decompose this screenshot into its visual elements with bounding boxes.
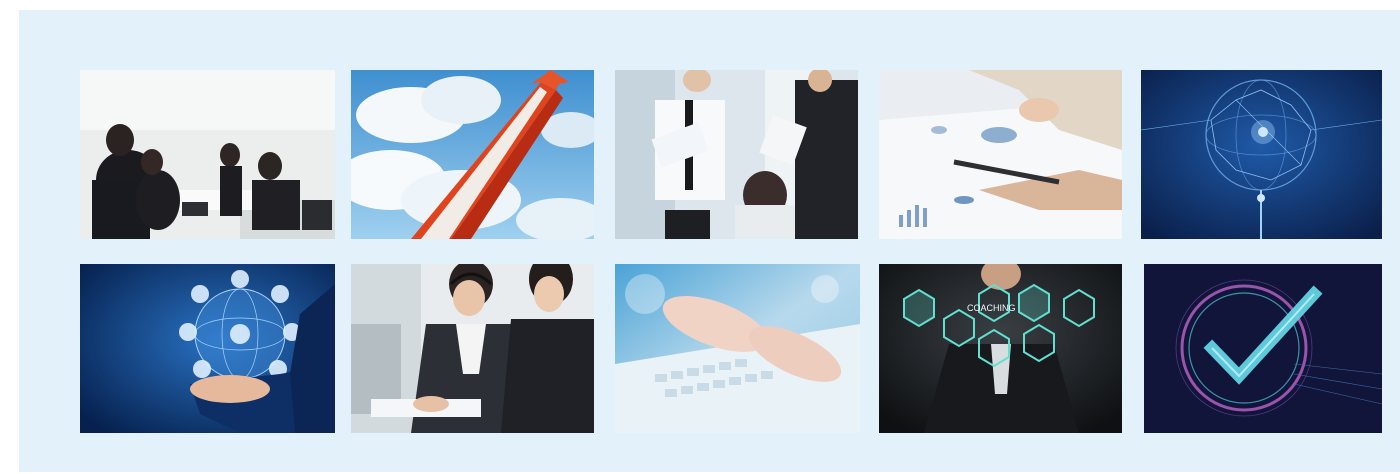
office-document-review-photo: [615, 70, 858, 239]
business-meeting-photo: [80, 70, 335, 239]
tile-checkmark-circle[interactable]: [1144, 264, 1382, 433]
tile-business-meeting[interactable]: [80, 70, 335, 239]
tile-coaching-hexagon-icons[interactable]: COACHING: [879, 264, 1122, 433]
tile-chart-analysis-pen[interactable]: [879, 70, 1122, 239]
coaching-hexagon-icons-photo: COACHING: [879, 264, 1122, 433]
digital-globe-network-photo: [1141, 70, 1382, 239]
tile-digital-globe-network[interactable]: [1141, 70, 1382, 239]
call-center-headset-photo: [351, 264, 594, 433]
coaching-label: COACHING: [967, 303, 1016, 313]
stairway-to-sky-photo: [351, 70, 594, 239]
hand-holding-globe-icons-photo: [80, 264, 335, 433]
tile-office-document-review[interactable]: [615, 70, 858, 239]
tile-call-center-headset[interactable]: [351, 264, 594, 433]
chart-analysis-pen-photo: [879, 70, 1122, 239]
tile-stairway-to-sky[interactable]: [351, 70, 594, 239]
tile-typing-keyboard[interactable]: [615, 264, 860, 433]
typing-keyboard-photo: [615, 264, 860, 433]
tile-hand-holding-globe[interactable]: [80, 264, 335, 433]
checkmark-circle-photo: [1144, 264, 1382, 433]
